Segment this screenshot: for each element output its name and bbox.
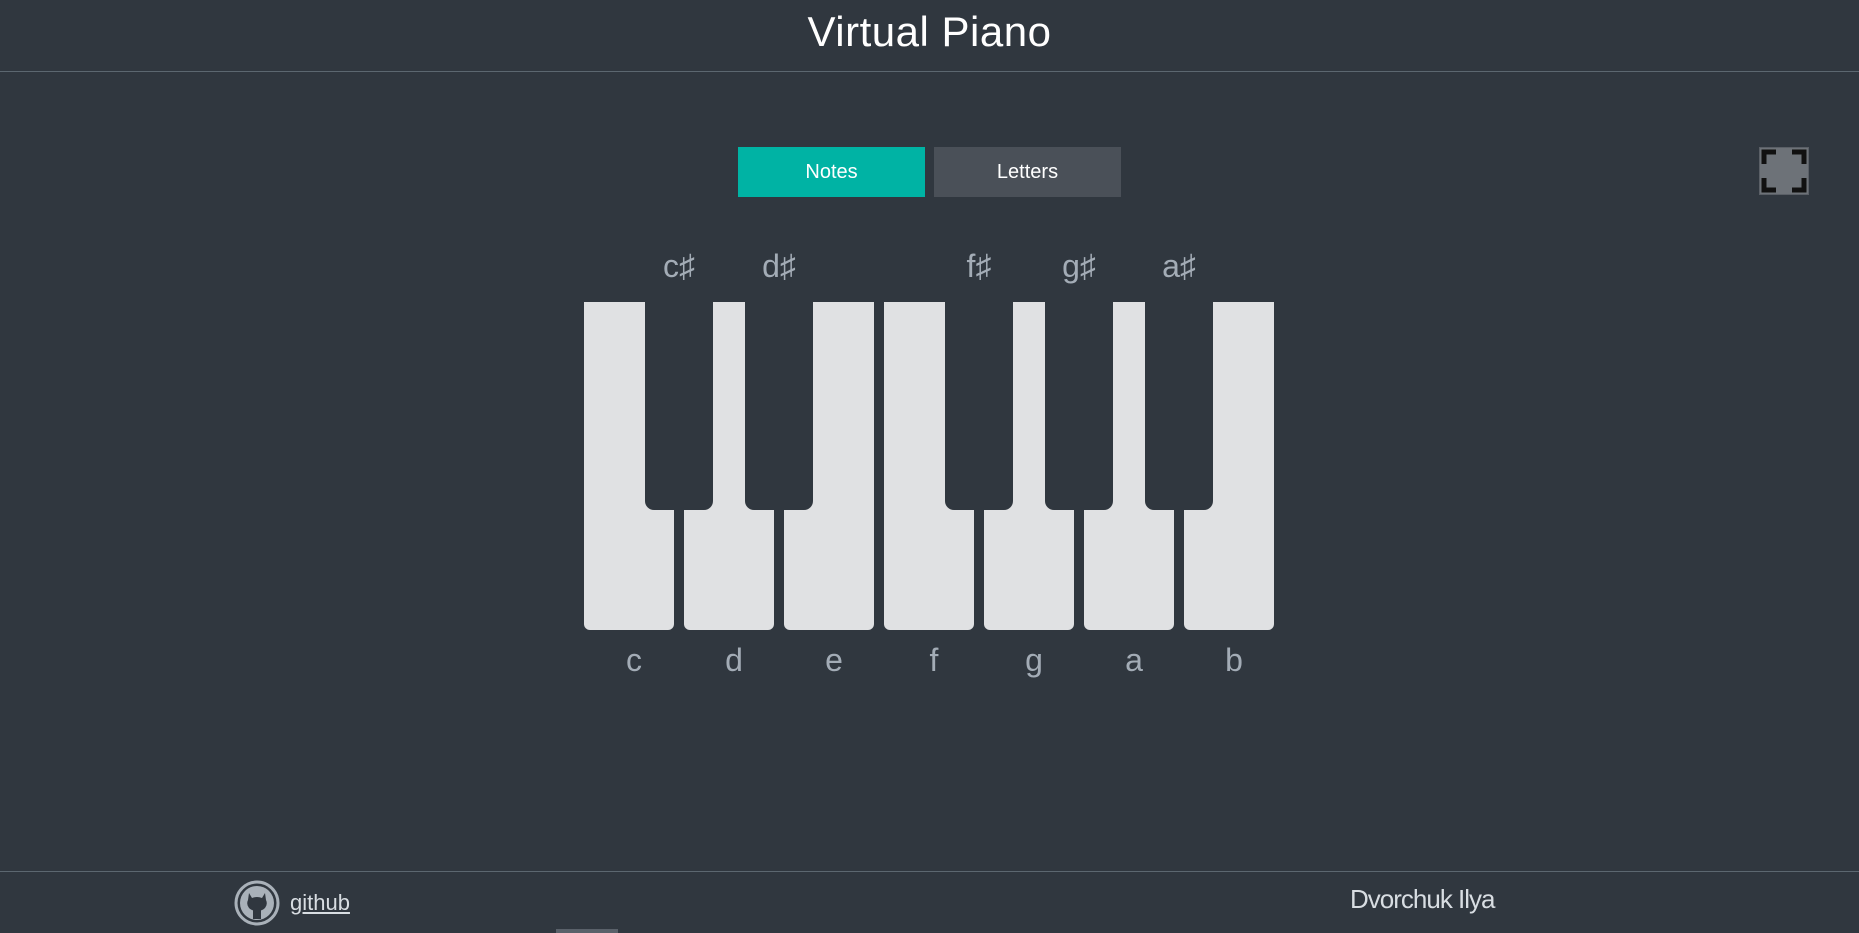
note-label-g: g — [1025, 642, 1043, 678]
sharp-label-f-sharp: f♯ — [966, 248, 992, 284]
mode-toggle: Notes Letters — [738, 147, 1121, 197]
page: Virtual Piano Notes Letters c♯ d♯ f♯ g♯ … — [0, 0, 1859, 933]
sharp-label-a-sharp: a♯ — [1162, 248, 1196, 284]
sharp-label-d-sharp: d♯ — [762, 248, 796, 284]
black-key-c-sharp[interactable] — [645, 302, 713, 510]
github-link[interactable]: github — [234, 880, 350, 926]
scroll-indicator — [556, 929, 618, 933]
letters-button[interactable]: Letters — [934, 147, 1121, 197]
footer: github Dvorchuk Ilya — [0, 871, 1859, 933]
black-key-d-sharp[interactable] — [745, 302, 813, 510]
fullscreen-icon — [1761, 149, 1807, 193]
piano-keyboard — [584, 302, 1274, 630]
sharp-label-g-sharp: g♯ — [1062, 248, 1096, 284]
notes-button[interactable]: Notes — [738, 147, 925, 197]
note-label-e: e — [825, 642, 843, 678]
github-icon — [234, 880, 280, 926]
note-label-f: f — [929, 642, 939, 678]
note-label-b: b — [1225, 642, 1243, 678]
fullscreen-button[interactable] — [1759, 147, 1809, 195]
author-name: Dvorchuk Ilya — [1350, 884, 1495, 914]
note-label-d: d — [725, 642, 743, 678]
github-label: github — [290, 890, 350, 915]
sharp-label-c-sharp: c♯ — [663, 248, 695, 284]
black-key-a-sharp[interactable] — [1145, 302, 1213, 510]
note-label-c: c — [626, 642, 642, 678]
header: Virtual Piano — [0, 0, 1859, 72]
black-key-g-sharp[interactable] — [1045, 302, 1113, 510]
note-label-a: a — [1125, 642, 1143, 678]
black-key-f-sharp[interactable] — [945, 302, 1013, 510]
page-title: Virtual Piano — [807, 8, 1052, 55]
